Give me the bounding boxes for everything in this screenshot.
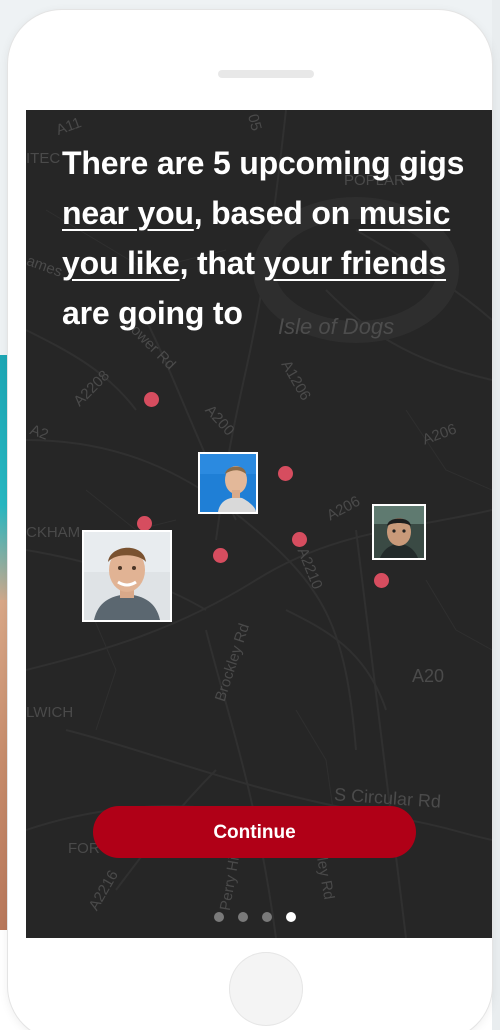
page-dot-1[interactable] xyxy=(214,912,224,922)
gig-marker[interactable] xyxy=(292,532,307,547)
your-friends-link[interactable]: your friends xyxy=(264,245,447,281)
friend-photo-icon xyxy=(374,506,424,558)
page-dot-3[interactable] xyxy=(262,912,272,922)
friend-avatar-1[interactable] xyxy=(84,532,170,620)
friend-photo-icon xyxy=(200,454,256,512)
app-stage: A11 ITEC 05 POPLAR ames Isle of Dogs Low… xyxy=(0,0,500,1030)
map-label-kham: CKHAM xyxy=(26,524,81,541)
gig-marker[interactable] xyxy=(374,573,389,588)
map-label-a20: A20 xyxy=(412,666,445,686)
headline-text-4: are going to xyxy=(62,295,243,331)
headline-text-1: There are 5 upcoming gigs xyxy=(62,145,465,181)
continue-button[interactable]: Continue xyxy=(93,806,416,858)
map-label-itec: ITEC xyxy=(26,150,61,167)
page-dot-2[interactable] xyxy=(238,912,248,922)
phone-speaker xyxy=(218,70,314,78)
backdrop-right-edge xyxy=(492,0,500,1030)
friend-avatar-2[interactable] xyxy=(200,454,256,512)
gig-marker[interactable] xyxy=(213,548,228,563)
page-dot-4-active[interactable] xyxy=(286,912,296,922)
headline-text-3: , that xyxy=(179,245,264,281)
onboarding-screen: A11 ITEC 05 POPLAR ames Isle of Dogs Low… xyxy=(26,110,492,938)
map-label-lwich: LWICH xyxy=(26,704,74,721)
friend-photo-icon xyxy=(84,532,170,620)
home-button[interactable] xyxy=(229,952,303,1026)
near-you-link[interactable]: near you xyxy=(62,195,194,231)
friend-avatar-3[interactable] xyxy=(374,506,424,558)
gig-marker[interactable] xyxy=(144,392,159,407)
gig-marker[interactable] xyxy=(137,516,152,531)
gig-marker[interactable] xyxy=(278,466,293,481)
headline-text-2: , based on xyxy=(193,195,359,231)
onboarding-headline: There are 5 upcoming gigs near you, base… xyxy=(62,138,472,338)
page-indicator xyxy=(214,912,296,922)
